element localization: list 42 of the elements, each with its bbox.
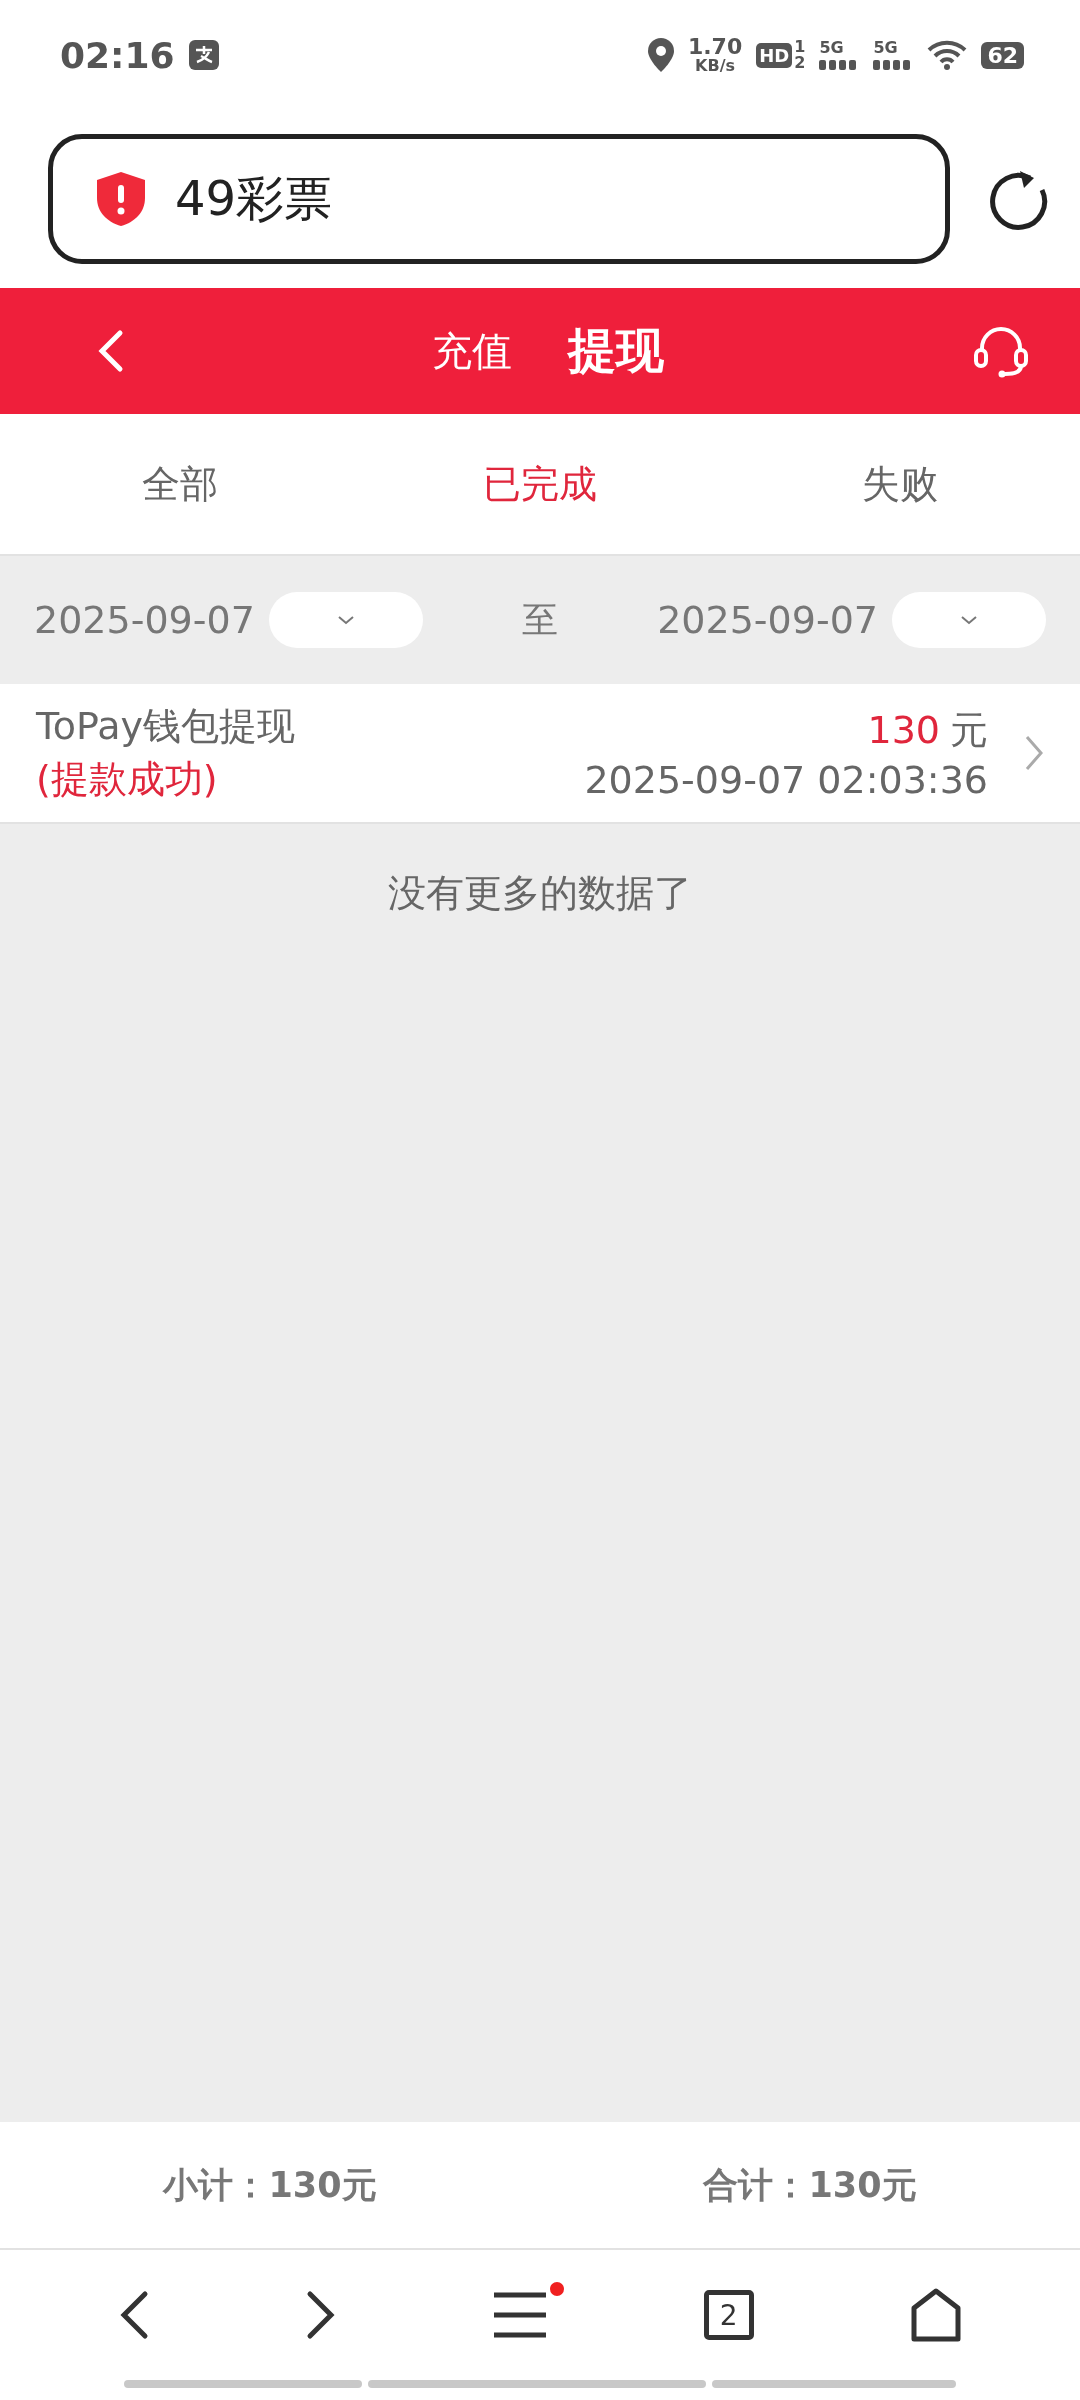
reload-button[interactable] bbox=[990, 168, 1050, 230]
warning-shield-icon bbox=[97, 172, 145, 226]
end-of-list-message: 没有更多的数据了 bbox=[388, 870, 692, 917]
record-title: ToPay钱包提现 bbox=[36, 703, 296, 750]
hd-indicator: HD bbox=[756, 42, 793, 68]
home-button[interactable] bbox=[911, 2288, 962, 2342]
start-date-picker[interactable] bbox=[268, 592, 423, 648]
filter-tab[interactable]: 全部 bbox=[0, 414, 360, 554]
subtotal: 小计：130元 bbox=[161, 2163, 378, 2207]
header-tab[interactable]: 提现 bbox=[568, 319, 664, 383]
page-title: 49彩票 bbox=[175, 169, 333, 228]
start-date: 2025-09-07 bbox=[34, 598, 255, 642]
tab-count-button[interactable]: 2 bbox=[703, 2290, 754, 2340]
battery-level: 62 bbox=[981, 41, 1024, 69]
chevron-right-icon bbox=[1024, 733, 1044, 773]
record-row[interactable]: ToPay钱包提现 (提款成功) 130 元 2025-09-07 02:03:36 bbox=[0, 684, 1080, 824]
record-amount: 130 bbox=[867, 708, 940, 752]
speed-unit: KB/s bbox=[695, 58, 736, 74]
wifi-icon bbox=[927, 40, 968, 70]
back-button[interactable] bbox=[118, 2290, 149, 2340]
network-speed: 1.70 bbox=[687, 36, 743, 58]
chevron-down-icon bbox=[960, 615, 978, 625]
clock: 02:16 bbox=[60, 34, 175, 76]
filter-tab[interactable]: 已完成 bbox=[360, 414, 720, 554]
app-notification-icon bbox=[188, 40, 219, 70]
currency-unit: 元 bbox=[950, 706, 988, 754]
record-status: (提款成功) bbox=[36, 756, 219, 803]
record-time: 2025-09-07 02:03:36 bbox=[584, 757, 988, 802]
address-bar[interactable]: 49彩票 bbox=[48, 134, 950, 264]
headset-icon[interactable] bbox=[972, 324, 1030, 378]
total: 合计：130元 bbox=[701, 2163, 918, 2207]
chevron-down-icon bbox=[336, 615, 355, 625]
range-separator: 至 bbox=[521, 597, 559, 642]
header-tab[interactable]: 充值 bbox=[432, 323, 512, 379]
sim-label: 2 bbox=[794, 55, 806, 71]
sim-label: 1 bbox=[794, 39, 806, 55]
forward-button[interactable] bbox=[306, 2290, 337, 2340]
network-type: 5G bbox=[819, 40, 844, 56]
filter-tab[interactable]: 失败 bbox=[720, 414, 1080, 554]
location-icon bbox=[647, 38, 674, 72]
end-date: 2025-09-07 bbox=[657, 598, 878, 642]
network-type: 5G bbox=[873, 40, 898, 56]
